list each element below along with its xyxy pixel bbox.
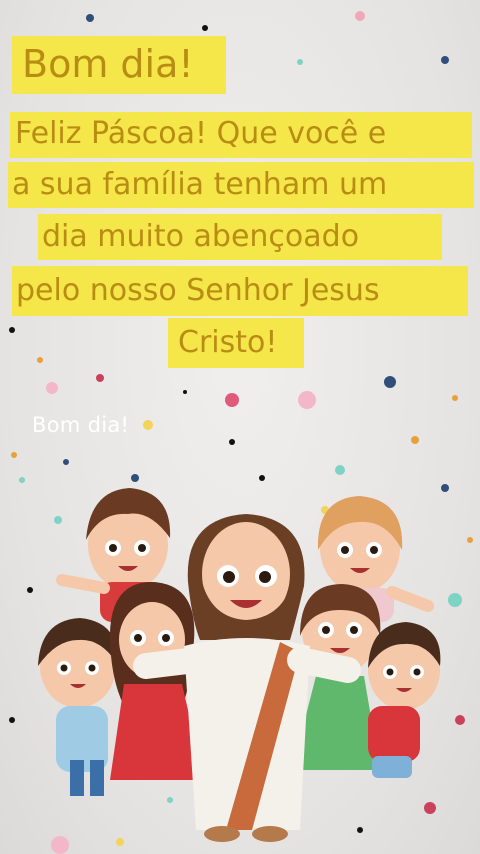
message-line: Feliz Páscoa! Que você e [15, 116, 387, 151]
watermark-text: Bom dia! [32, 413, 130, 437]
message-line: a sua família tenham um [12, 167, 388, 202]
child-figure [38, 618, 117, 796]
jesus-children-illustration [38, 488, 441, 842]
story-card: Bom dia! Feliz Páscoa! Que você e a sua … [0, 0, 480, 854]
message-line: Cristo! [178, 325, 278, 360]
child-figure [368, 622, 441, 778]
message-line: pelo nosso Senhor Jesus [16, 273, 380, 308]
greeting-title: Bom dia! [22, 42, 194, 86]
message-line: dia muito abençoado [42, 219, 360, 254]
